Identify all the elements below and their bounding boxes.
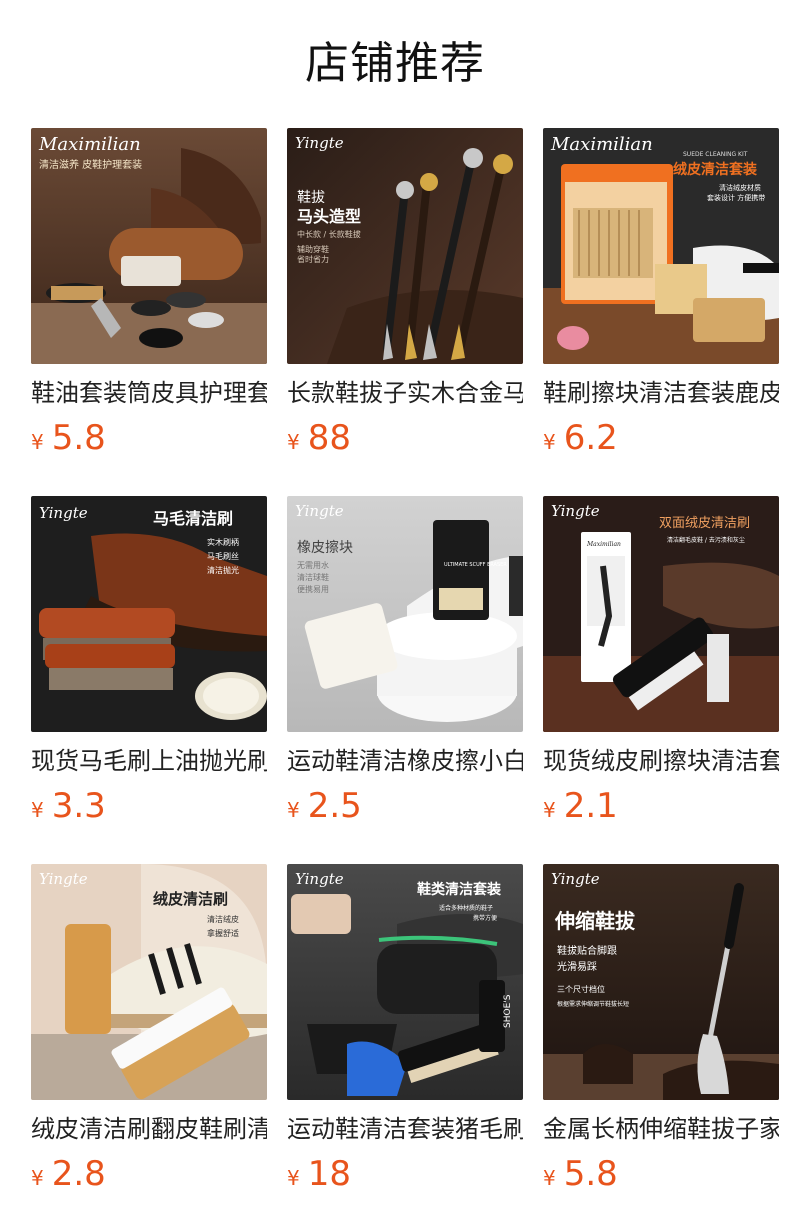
product-name[interactable]: 运动鞋清洁套装猪毛刷 xyxy=(287,1112,523,1146)
image-sub-3: 套装设计 方便携带 xyxy=(707,193,765,202)
image-sub-3: 清洁抛光 xyxy=(207,565,239,575)
price-amount: 88 xyxy=(307,418,351,458)
currency-symbol: ¥ xyxy=(543,430,556,454)
product-name[interactable]: 鞋油套装筒皮具护理套装 xyxy=(31,376,267,410)
product-image[interactable]: Maximilian Yingte 双面绒皮清洁刷 清洁翻毛皮鞋 / 去污渍和灰… xyxy=(543,496,779,732)
product-name[interactable]: 现货马毛刷上油抛光刷 xyxy=(31,744,267,778)
brand-text: Yingte xyxy=(39,870,88,888)
product-image[interactable]: SHOE'S Yingte 鞋类清洁套装 适合多种材质的鞋子 携带方便 xyxy=(287,864,523,1100)
product-name[interactable]: 运动鞋清洁橡皮擦小白鞋 xyxy=(287,744,523,778)
product-name[interactable]: 绒皮清洁刷翻皮鞋刷清洁 xyxy=(31,1112,267,1146)
image-sub: 鞋拔贴合脚跟 xyxy=(557,944,617,957)
section-title: 店铺推荐 xyxy=(305,38,485,89)
product-card[interactable]: ULTIMATE SCUFF ERASER Yingte 橡皮擦块 无需用水 清… xyxy=(287,496,523,836)
product-card[interactable]: Maximilian Yingte 双面绒皮清洁刷 清洁翻毛皮鞋 / 去污渍和灰… xyxy=(543,496,779,836)
product-price: ¥3.3 xyxy=(31,786,106,826)
brand-text: Maximilian xyxy=(38,134,141,155)
product-name[interactable]: 现货绒皮刷擦块清洁套装 xyxy=(543,744,779,778)
image-sub-2: 马毛刷丝 xyxy=(207,551,239,561)
product-card[interactable]: Yingte 马毛清洁刷 实木刷柄 马毛刷丝 清洁抛光 现货马毛刷上油抛光刷 ¥… xyxy=(31,496,267,836)
product-price: ¥2.1 xyxy=(543,786,618,826)
product-image[interactable]: Yingte 伸缩鞋拔 鞋拔贴合脚跟 光滑易踩 三个尺寸档位 根据需求伸缩调节鞋… xyxy=(543,864,779,1100)
currency-symbol: ¥ xyxy=(543,1166,556,1190)
product-name[interactable]: 鞋刷擦块清洁套装鹿皮 xyxy=(543,376,779,410)
image-sub: 清洁绒皮 xyxy=(207,914,239,924)
image-sub-2: 拿握舒适 xyxy=(207,928,239,938)
price-amount: 5.8 xyxy=(563,1154,618,1194)
product-price: ¥5.8 xyxy=(543,1154,618,1194)
brand-text: Yingte xyxy=(295,870,344,888)
box-label: Maximilian xyxy=(586,541,621,548)
image-headline: 绒皮清洁刷 xyxy=(153,890,228,908)
image-sub-2: 光滑易踩 xyxy=(557,960,597,973)
brand-text: Yingte xyxy=(551,502,600,520)
price-amount: 2.8 xyxy=(51,1154,106,1194)
image-headline: 清洁滋养 皮鞋护理套装 xyxy=(39,158,142,171)
product-price: ¥5.8 xyxy=(31,418,106,458)
price-amount: 2.1 xyxy=(563,786,618,826)
product-image[interactable]: ULTIMATE SCUFF ERASER Yingte 橡皮擦块 无需用水 清… xyxy=(287,496,523,732)
image-sub-3: 三个尺寸档位 xyxy=(557,984,605,994)
image-headline: 绒皮清洁套装 xyxy=(673,161,758,178)
product-image[interactable]: Yingte 鞋拔 马头造型 中长款 / 长款鞋拔 辅助穿鞋 省时省力 xyxy=(287,128,523,364)
product-image[interactable]: Yingte 马毛清洁刷 实木刷柄 马毛刷丝 清洁抛光 xyxy=(31,496,267,732)
image-sub-2: 携带方便 xyxy=(473,914,497,922)
price-amount: 18 xyxy=(307,1154,351,1194)
currency-symbol: ¥ xyxy=(31,430,44,454)
product-price: ¥88 xyxy=(287,418,351,458)
price-amount: 6.2 xyxy=(563,418,618,458)
product-image[interactable]: Yingte 绒皮清洁刷 清洁绒皮 拿握舒适 xyxy=(31,864,267,1100)
image-headline: 橡皮擦块 xyxy=(297,539,353,556)
image-sub: 实木刷柄 xyxy=(207,537,239,547)
product-card[interactable]: Yingte 鞋拔 马头造型 中长款 / 长款鞋拔 辅助穿鞋 省时省力 长款鞋拔… xyxy=(287,128,523,468)
image-headline: 双面绒皮清洁刷 xyxy=(659,516,750,531)
product-name[interactable]: 长款鞋拔子实木合金马头 xyxy=(287,376,523,410)
product-card[interactable]: SHOE'S Yingte 鞋类清洁套装 适合多种材质的鞋子 携带方便 运动鞋清… xyxy=(287,864,523,1204)
product-card[interactable]: Maximilian 清洁滋养 皮鞋护理套装 鞋油套装筒皮具护理套装 ¥5.8 xyxy=(31,128,267,468)
brand-text: Maximilian xyxy=(550,134,653,155)
product-image[interactable]: Maximilian SUEDE CLEANING KIT 绒皮清洁套装 清洁绒… xyxy=(543,128,779,364)
image-sub-2: 清洁球鞋 xyxy=(297,572,329,582)
bottle-label: SHOE'S xyxy=(503,994,513,1028)
brand-text: Yingte xyxy=(551,870,600,888)
currency-symbol: ¥ xyxy=(31,1166,44,1190)
image-sub: 清洁翻毛皮鞋 / 去污渍和灰尘 xyxy=(667,536,745,544)
image-headline: 鞋拔 xyxy=(297,190,325,206)
currency-symbol: ¥ xyxy=(287,798,300,822)
brand-text: Yingte xyxy=(295,502,344,520)
image-sub-3: 便携易用 xyxy=(297,584,329,594)
box-label: ULTIMATE SCUFF ERASER xyxy=(444,562,507,568)
product-card[interactable]: Yingte 伸缩鞋拔 鞋拔贴合脚跟 光滑易踩 三个尺寸档位 根据需求伸缩调节鞋… xyxy=(543,864,779,1204)
image-sub: 无需用水 xyxy=(297,560,329,570)
product-price: ¥2.5 xyxy=(287,786,362,826)
image-headline-2: 马头造型 xyxy=(297,207,361,226)
brand-text: Yingte xyxy=(39,504,88,522)
currency-symbol: ¥ xyxy=(287,430,300,454)
image-sub-2: 辅助穿鞋 xyxy=(297,244,329,254)
image-headline: 鞋类清洁套装 xyxy=(417,881,502,898)
product-name[interactable]: 金属长柄伸缩鞋拔子家用 xyxy=(543,1112,779,1146)
store-recommendation-page: 店铺推荐 Maximilian 清洁滋养 皮鞋护理套装 鞋油套装筒皮具护理套 ¥… xyxy=(0,0,790,1232)
image-headline: 伸缩鞋拔 xyxy=(554,909,636,933)
product-card[interactable]: Yingte 绒皮清洁刷 清洁绒皮 拿握舒适 绒皮清洁刷翻皮鞋刷清洁 ¥2.8 xyxy=(31,864,267,1204)
image-headline: 马毛清洁刷 xyxy=(153,509,233,528)
currency-symbol: ¥ xyxy=(543,798,556,822)
image-sub: 中长款 / 长款鞋拔 xyxy=(297,229,361,239)
currency-symbol: ¥ xyxy=(287,1166,300,1190)
price-amount: 5.8 xyxy=(51,418,106,458)
image-sub-3: 省时省力 xyxy=(297,254,329,264)
product-price: ¥6.2 xyxy=(543,418,618,458)
product-price: ¥2.8 xyxy=(31,1154,106,1194)
image-sub-2: 清洁绒皮材质 xyxy=(719,183,761,192)
image-sub: 适合多种材质的鞋子 xyxy=(439,904,493,912)
price-amount: 2.5 xyxy=(307,786,362,826)
product-image[interactable]: Maximilian 清洁滋养 皮鞋护理套装 xyxy=(31,128,267,364)
product-card[interactable]: Maximilian SUEDE CLEANING KIT 绒皮清洁套装 清洁绒… xyxy=(543,128,779,468)
price-amount: 3.3 xyxy=(51,786,106,826)
image-sub: SUEDE CLEANING KIT xyxy=(683,151,748,158)
brand-text: Yingte xyxy=(295,134,344,152)
image-sub-4: 根据需求伸缩调节鞋拔长短 xyxy=(557,1000,629,1008)
product-price: ¥18 xyxy=(287,1154,351,1194)
currency-symbol: ¥ xyxy=(31,798,44,822)
